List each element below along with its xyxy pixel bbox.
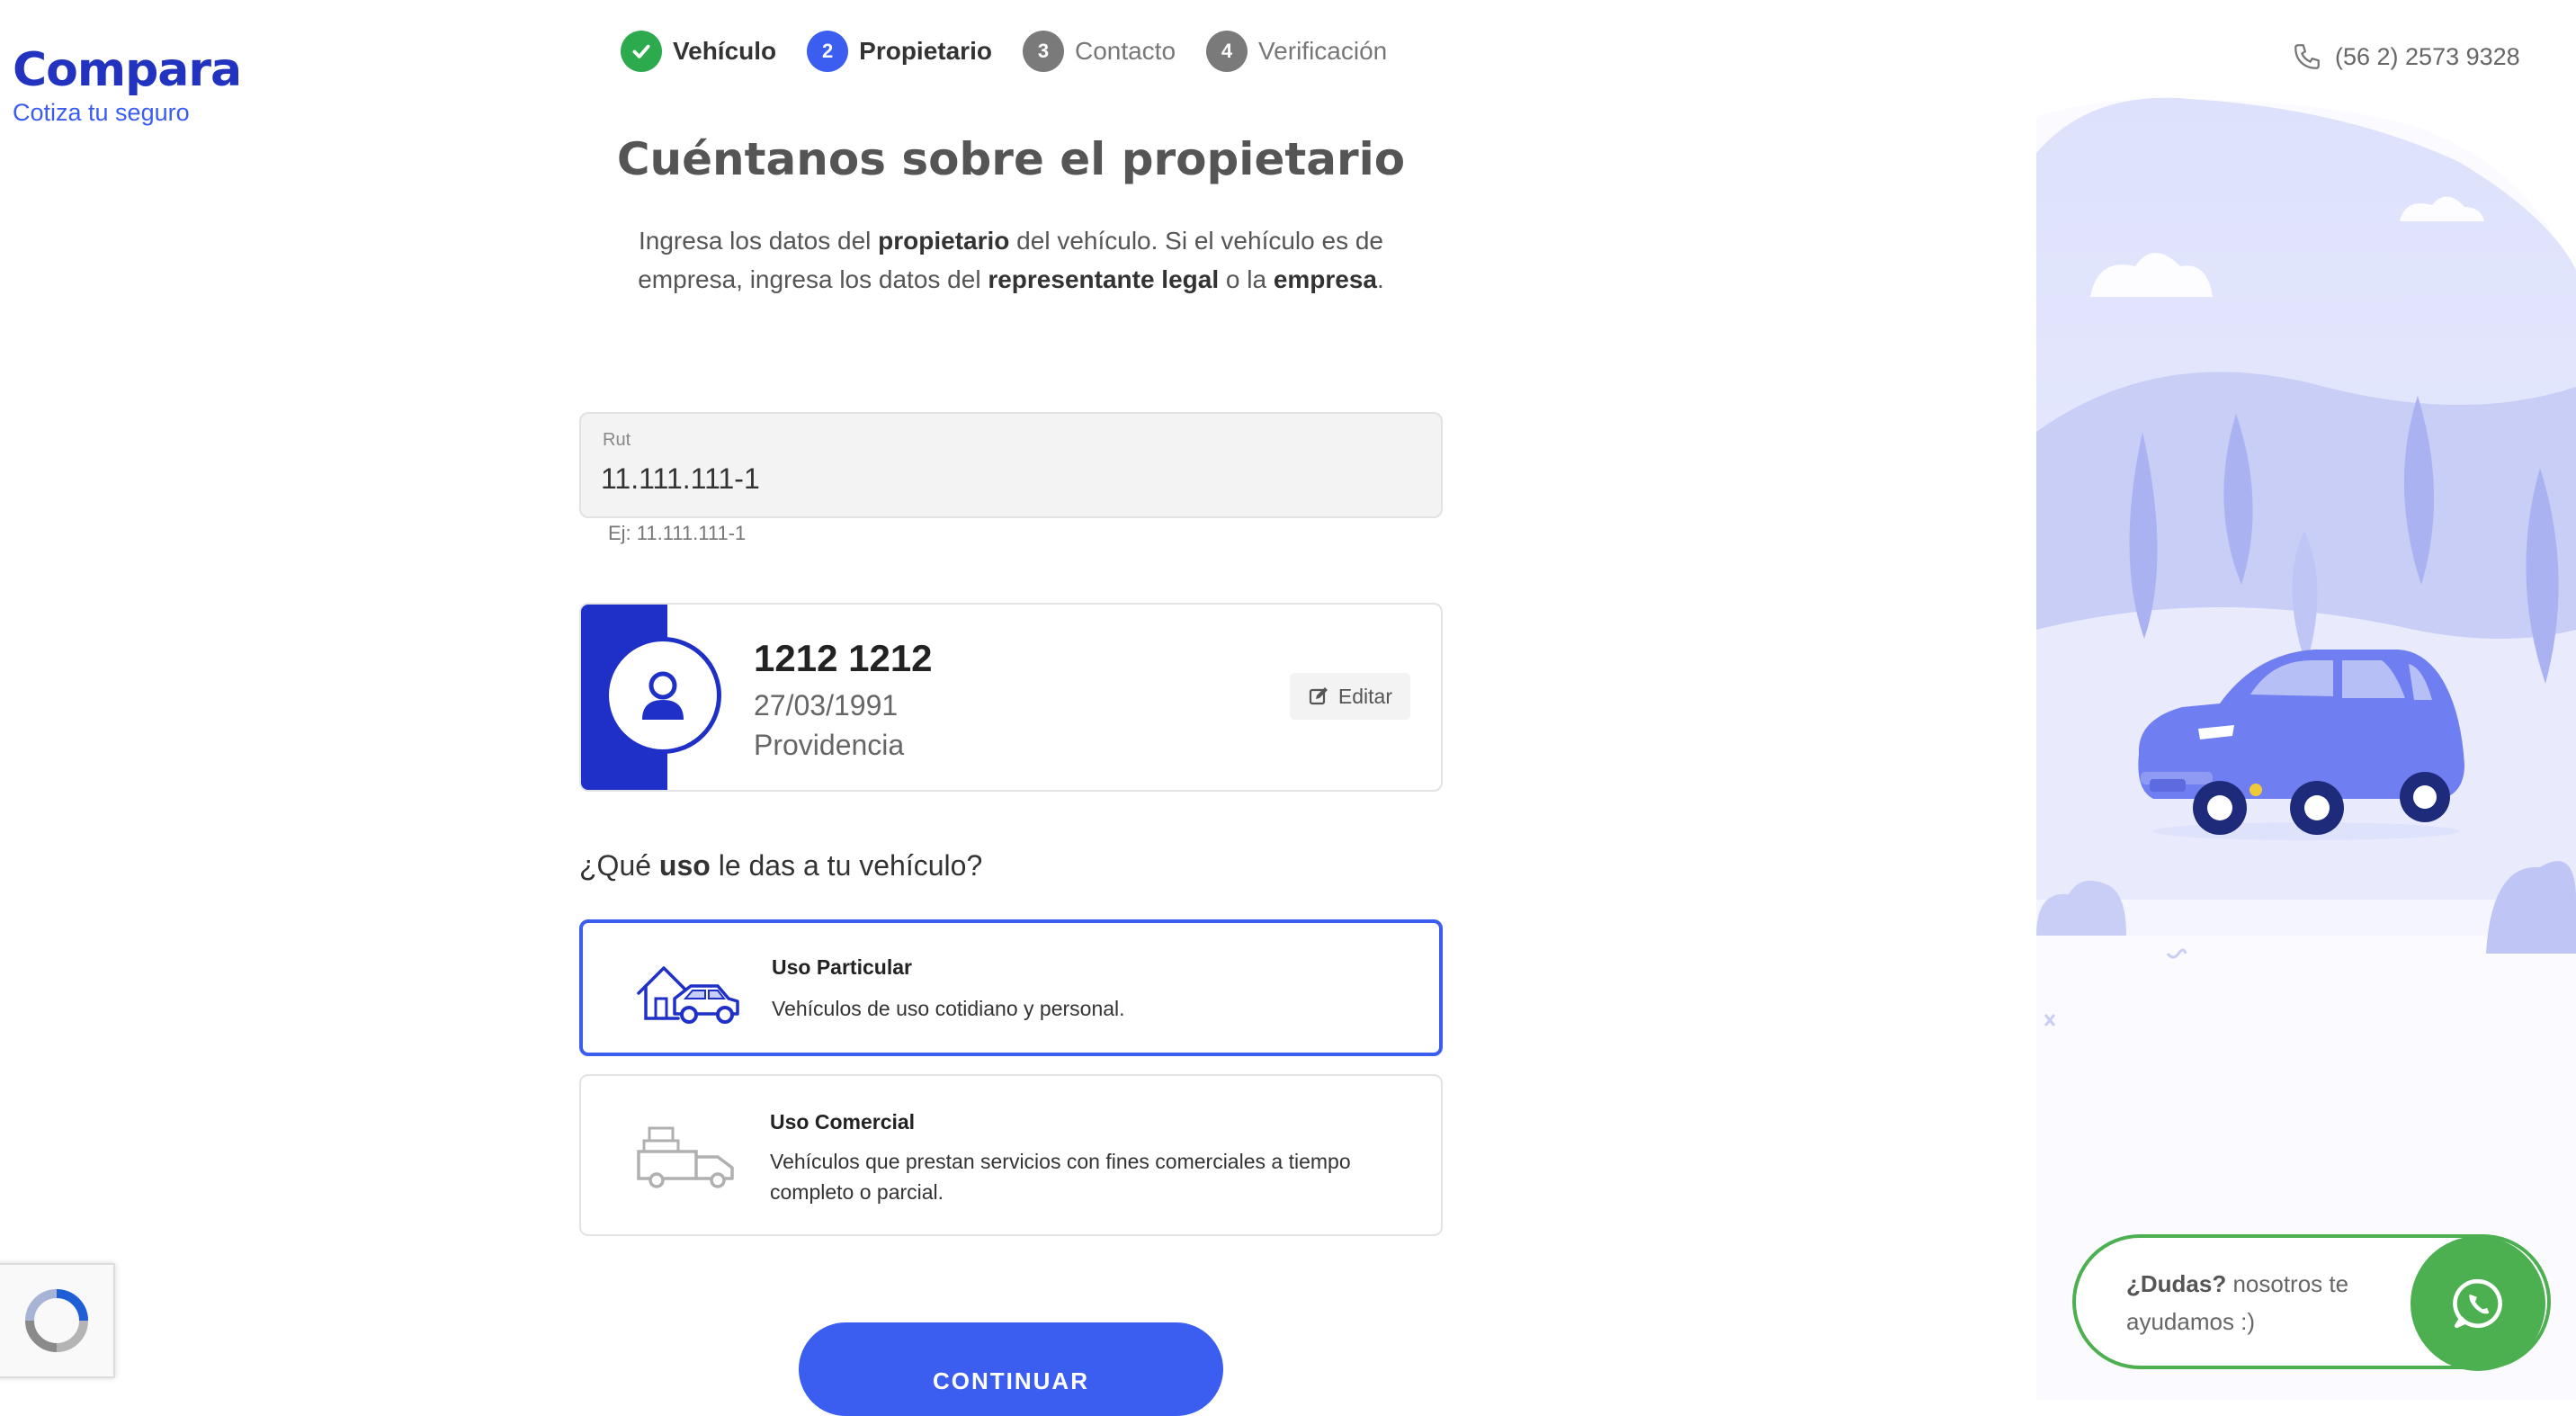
- step-number: 2: [807, 31, 849, 72]
- illustration-panel: [2036, 0, 2576, 1400]
- step-vehiculo[interactable]: Vehículo: [621, 31, 776, 72]
- rut-field[interactable]: Rut: [579, 412, 1443, 518]
- desc-text: Ingresa los datos del: [639, 227, 879, 255]
- option-description: Vehículos de uso cotidiano y personal.: [772, 997, 1125, 1020]
- step-label: Contacto: [1074, 37, 1176, 65]
- desc-bold: empresa: [1273, 265, 1377, 293]
- phone-contact[interactable]: (56 2) 2573 9328: [2292, 41, 2520, 72]
- edit-button-label: Editar: [1337, 684, 1392, 708]
- page-description: Ingresa los datos del propietario del ve…: [612, 221, 1410, 299]
- step-number: 4: [1206, 31, 1248, 72]
- logo[interactable]: Compara Cotiza tu seguro: [13, 43, 242, 127]
- question-bold: uso: [658, 849, 711, 882]
- chat-bold: ¿Dudas?: [2126, 1270, 2227, 1297]
- owner-commune: Providencia: [754, 729, 905, 761]
- continue-button[interactable]: CONTINUAR: [799, 1322, 1223, 1416]
- rut-input[interactable]: [601, 462, 1392, 496]
- question-text: ¿Qué: [579, 849, 659, 882]
- step-label: Verificación: [1258, 37, 1388, 65]
- rut-hint: Ej: 11.111.111-1: [608, 522, 747, 544]
- usage-question: ¿Qué uso le das a tu vehículo?: [579, 849, 982, 883]
- whatsapp-icon: [2453, 1278, 2502, 1329]
- desc-text: o la: [1219, 265, 1274, 293]
- option-title: Uso Comercial: [770, 1110, 916, 1134]
- logo-name: Compara: [13, 43, 242, 97]
- question-text: le das a tu vehículo?: [710, 849, 983, 882]
- phone-number: (56 2) 2573 9328: [2335, 42, 2520, 70]
- owner-birthdate: 27/03/1991: [754, 689, 899, 721]
- rut-label: Rut: [603, 430, 631, 450]
- whatsapp-button[interactable]: [2411, 1236, 2545, 1371]
- logo-tagline: Cotiza tu seguro: [13, 99, 190, 126]
- step-label: Vehículo: [673, 37, 777, 65]
- owner-name: 1212 1212: [754, 637, 933, 679]
- desc-bold: propietario: [878, 227, 1010, 255]
- usage-option-particular[interactable]: Uso Particular Vehículos de uso cotidian…: [579, 919, 1443, 1056]
- step-propietario[interactable]: 2 Propietario: [807, 31, 992, 72]
- step-number: 3: [1022, 31, 1064, 72]
- user-icon: [604, 637, 721, 754]
- option-title: Uso Particular: [772, 955, 912, 979]
- recaptcha-icon: [25, 1289, 88, 1352]
- desc-text: .: [1377, 265, 1384, 293]
- edit-owner-button[interactable]: Editar: [1289, 673, 1410, 720]
- page-title: Cuéntanos sobre el propietario: [616, 133, 1406, 185]
- chat-text: ¿Dudas? nosotros te ayudamos :): [2126, 1265, 2378, 1340]
- truck-icon: [637, 1126, 734, 1188]
- step-contacto: 3 Contacto: [1022, 31, 1176, 72]
- desc-bold: representante legal: [988, 265, 1220, 293]
- step-label: Propietario: [859, 37, 992, 65]
- option-description: Vehículos que prestan servicios con fine…: [770, 1150, 1351, 1204]
- car-landscape-illustration: [2036, 0, 2576, 1400]
- house-car-icon: [637, 966, 739, 1024]
- recaptcha-badge[interactable]: [0, 1263, 115, 1378]
- phone-icon: [2294, 44, 2320, 69]
- edit-icon: [1309, 687, 1328, 705]
- owner-card: 1212 1212 27/03/1991 Providencia Editar: [579, 603, 1443, 792]
- usage-option-comercial[interactable]: Uso Comercial Vehículos que prestan serv…: [579, 1074, 1443, 1236]
- check-icon: [621, 31, 662, 72]
- progress-stepper: Vehículo 2 Propietario 3 Contacto 4 Veri…: [621, 31, 1387, 72]
- step-verificacion: 4 Verificación: [1206, 31, 1387, 72]
